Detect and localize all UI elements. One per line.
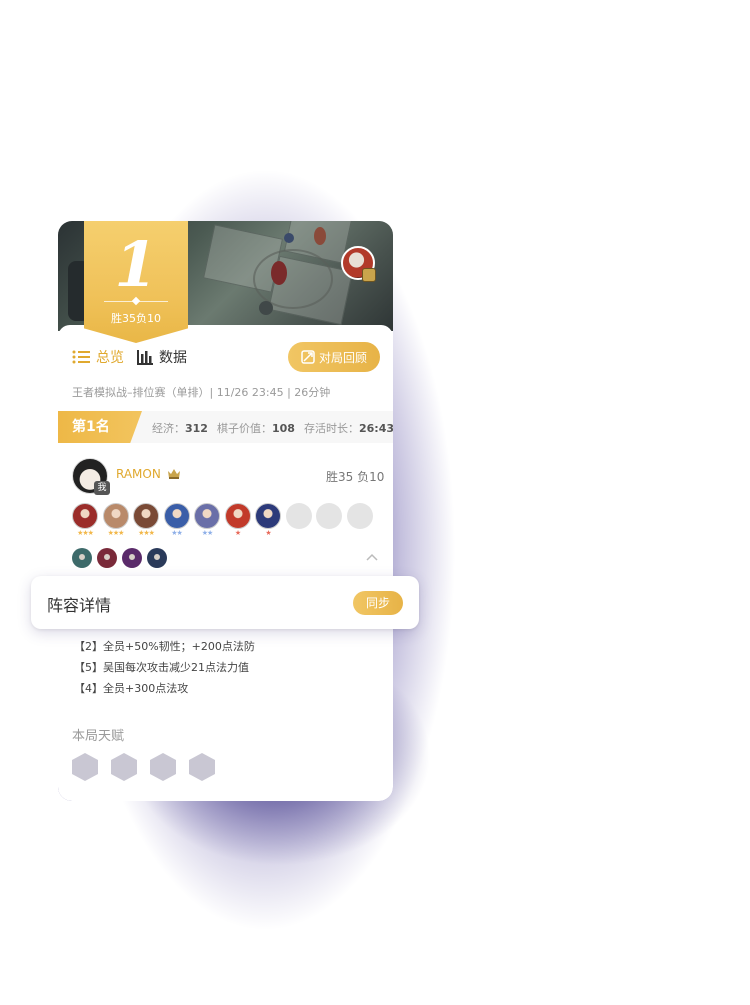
bond-line: 【4】全员+300点法攻 xyxy=(74,682,189,695)
unit-slot[interactable]: ★★★ xyxy=(102,503,129,539)
empty-unit-slot xyxy=(316,503,342,529)
unit-portrait xyxy=(102,503,129,529)
unit-portrait xyxy=(133,503,159,529)
unit-slot[interactable]: ★★★ xyxy=(72,503,98,539)
crown-icon xyxy=(168,469,180,479)
stat-piece-value: 棋子价值：108 xyxy=(217,422,295,435)
board-unit xyxy=(271,261,287,285)
player-name[interactable]: RAMON xyxy=(116,467,161,481)
unit-portrait xyxy=(72,503,98,529)
board-circle xyxy=(253,249,333,309)
opponent-badge xyxy=(362,268,376,282)
board-unit xyxy=(314,227,326,245)
unit-stars: ★ xyxy=(234,529,241,537)
unit-slot[interactable]: ★★ xyxy=(163,503,190,539)
tab-data-label: 数据 xyxy=(159,350,187,366)
lineup-detail-panel[interactable]: 阵容详情 同步 xyxy=(31,576,419,629)
unit-stars: ★★★ xyxy=(138,529,155,537)
unit-stars: ★★★ xyxy=(77,529,94,537)
match-result-card: 1 胜35负10 总览 数据 对局回顾 王者模拟战–排位赛（单排）| 11/26… xyxy=(58,221,393,801)
list-icon xyxy=(72,350,90,364)
unit-portrait xyxy=(163,503,190,529)
talent-icon[interactable] xyxy=(111,753,137,781)
board-unit xyxy=(284,233,294,243)
equipment-icon[interactable] xyxy=(97,548,117,568)
empty-unit-slot xyxy=(285,503,312,529)
replay-button-label: 对局回顾 xyxy=(318,350,367,365)
rank-stats-bar: 第1名 经济：312 棋子价值：108 存活时长：26:43 xyxy=(58,411,393,443)
rank-record: 胜35负10 xyxy=(111,312,161,325)
rank-number: 1 xyxy=(114,228,158,301)
tab-overview[interactable]: 总览 xyxy=(72,347,124,367)
bar-chart-icon xyxy=(137,350,153,365)
sync-button[interactable]: 同步 xyxy=(353,591,403,615)
replay-button[interactable]: 对局回顾 xyxy=(288,342,380,372)
unit-lineup: ★★★ ★★★ ★★★ ★★ ★★ ★ ★ xyxy=(72,503,382,543)
replay-icon xyxy=(301,350,315,364)
player-record: 胜35 负10 xyxy=(326,470,385,484)
unit-slot[interactable]: ★★★ xyxy=(133,503,159,539)
chevron-up-icon[interactable] xyxy=(366,553,378,561)
unit-stars: ★★ xyxy=(201,529,214,537)
empty-unit-slot xyxy=(346,503,373,529)
bond-line: 【2】全员+50%韧性；+200点法防 xyxy=(74,640,255,653)
unit-portrait xyxy=(255,503,281,529)
lineup-detail-title: 阵容详情 xyxy=(47,596,112,615)
equipment-icon[interactable] xyxy=(122,548,142,568)
equipment-icon[interactable] xyxy=(72,548,92,568)
stat-economy: 经济：312 xyxy=(152,422,208,435)
unit-stars: ★★★ xyxy=(107,529,125,537)
talent-title: 本局天赋 xyxy=(72,729,125,744)
talent-icon[interactable] xyxy=(150,753,176,781)
unit-slot[interactable]: ★ xyxy=(255,503,281,539)
rank-ribbon: 1 胜35负10 xyxy=(84,221,188,343)
unit-stars: ★★ xyxy=(171,529,183,537)
stat-survival-time: 存活时长：26:43 xyxy=(304,422,393,435)
bond-line: 【5】吴国每次攻击减少21点法力值 xyxy=(74,661,249,674)
me-badge: 我 xyxy=(94,481,110,495)
unit-slot[interactable]: ★ xyxy=(224,503,251,539)
talent-icon[interactable] xyxy=(72,753,98,781)
match-info: 王者模拟战–排位赛（单排）| 11/26 23:45 | 26分钟 xyxy=(72,386,331,399)
unit-portrait xyxy=(194,503,220,529)
result-content: 总览 数据 对局回顾 王者模拟战–排位赛（单排）| 11/26 23:45 | … xyxy=(58,325,393,801)
talent-icon[interactable] xyxy=(189,753,215,781)
unit-stars: ★ xyxy=(265,529,271,537)
unit-slot[interactable]: ★★ xyxy=(194,503,220,539)
tab-data[interactable]: 数据 xyxy=(137,347,187,367)
equipment-icon[interactable] xyxy=(147,548,167,568)
bond-list: 【2】全员+50%韧性；+200点法防 【5】吴国每次攻击减少21点法力值 【4… xyxy=(74,638,255,701)
unit-portrait xyxy=(224,503,251,529)
rank-label: 第1名 xyxy=(58,411,142,443)
board-unit xyxy=(259,301,273,315)
tab-overview-label: 总览 xyxy=(96,350,124,366)
